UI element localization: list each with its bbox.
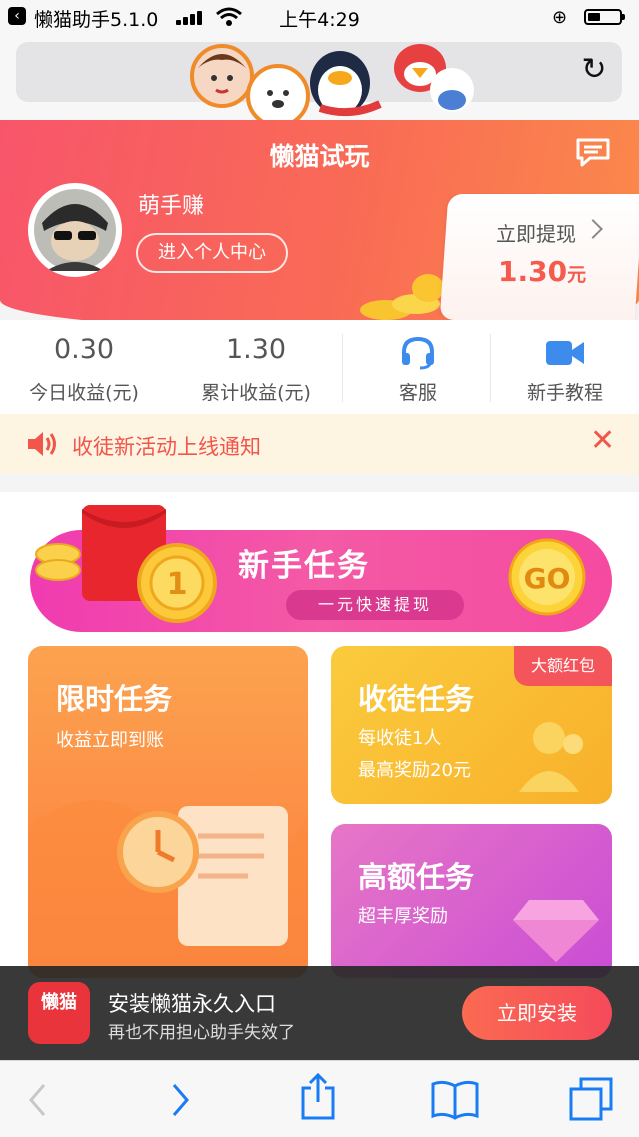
banner-subtitle: 一元快速提现 [286, 590, 464, 620]
bookmarks-icon[interactable] [430, 1080, 480, 1120]
install-title: 安装懒猫永久入口 [108, 992, 276, 1016]
install-button[interactable]: 立即安装 [462, 986, 612, 1040]
apprentice-task-line1: 每收徒1人 [358, 728, 442, 749]
profile-center-button[interactable]: 进入个人中心 [136, 233, 288, 273]
withdraw-unit: 元 [567, 264, 587, 286]
status-time: 上午4:29 [279, 9, 360, 31]
go-button[interactable]: GO [508, 538, 586, 616]
app-icon-name: 懒猫 [41, 992, 77, 1013]
total-earnings-value: 1.30 [225, 334, 287, 365]
install-subtitle: 再也不用担心助手失效了 [108, 1023, 295, 1043]
high-task-subtitle: 超丰厚奖励 [358, 906, 448, 927]
tutorial-label[interactable]: 新手教程 [485, 378, 639, 405]
headset-icon[interactable] [400, 336, 436, 370]
total-earnings-label: 累计收益(元) [201, 382, 311, 404]
customer-service-label[interactable]: 客服 [338, 378, 498, 405]
reload-icon[interactable]: ↻ [576, 52, 612, 88]
message-icon[interactable] [574, 136, 612, 168]
page-title: 懒猫试玩 [269, 142, 370, 171]
today-earnings-label: 今日收益(元) [29, 382, 139, 404]
tabs-icon[interactable] [568, 1076, 614, 1122]
big-red-packet-badge: 大额红包 [514, 646, 612, 686]
back-icon[interactable] [26, 1082, 50, 1118]
withdraw-amount: 1.30元 [498, 255, 587, 288]
coin-number: 1 [167, 567, 188, 602]
battery-icon [584, 9, 625, 25]
banner-title: 新手任务 [238, 548, 370, 584]
status-bar: ‹ 懒猫助手5.1.0 上午4:29 ⊕ [0, 0, 639, 34]
today-earnings-value: 0.30 [53, 334, 115, 365]
app-icon: 懒猫 [28, 982, 90, 1044]
share-icon[interactable] [300, 1072, 336, 1120]
withdraw-label[interactable]: 立即提现 [496, 218, 576, 247]
video-icon[interactable] [545, 338, 585, 368]
notice-text[interactable]: 收徒新活动上线通知 [72, 431, 261, 461]
high-task-title: 高额任务 [358, 860, 475, 894]
people-icon [519, 722, 583, 792]
close-icon[interactable]: ✕ [590, 426, 615, 456]
apprentice-task-title: 收徒任务 [358, 682, 475, 716]
rotation-lock-icon: ⊕ [552, 7, 568, 28]
high-reward-task-card[interactable] [331, 824, 612, 978]
forward-icon[interactable] [168, 1082, 192, 1118]
speaker-icon [28, 432, 56, 456]
diamond-icon [513, 900, 599, 962]
limited-task-subtitle: 收益立即到账 [56, 730, 164, 751]
limited-task-title: 限时任务 [56, 682, 173, 716]
nickname: 萌手赚 [138, 194, 205, 219]
coin-icon: 1 [137, 543, 217, 623]
mascots-icon [190, 44, 474, 120]
apprentice-task-line2: 最高奖励20元 [358, 760, 471, 781]
avatar[interactable] [28, 183, 122, 277]
go-label: GO [524, 562, 571, 595]
coins-icon [360, 274, 444, 320]
